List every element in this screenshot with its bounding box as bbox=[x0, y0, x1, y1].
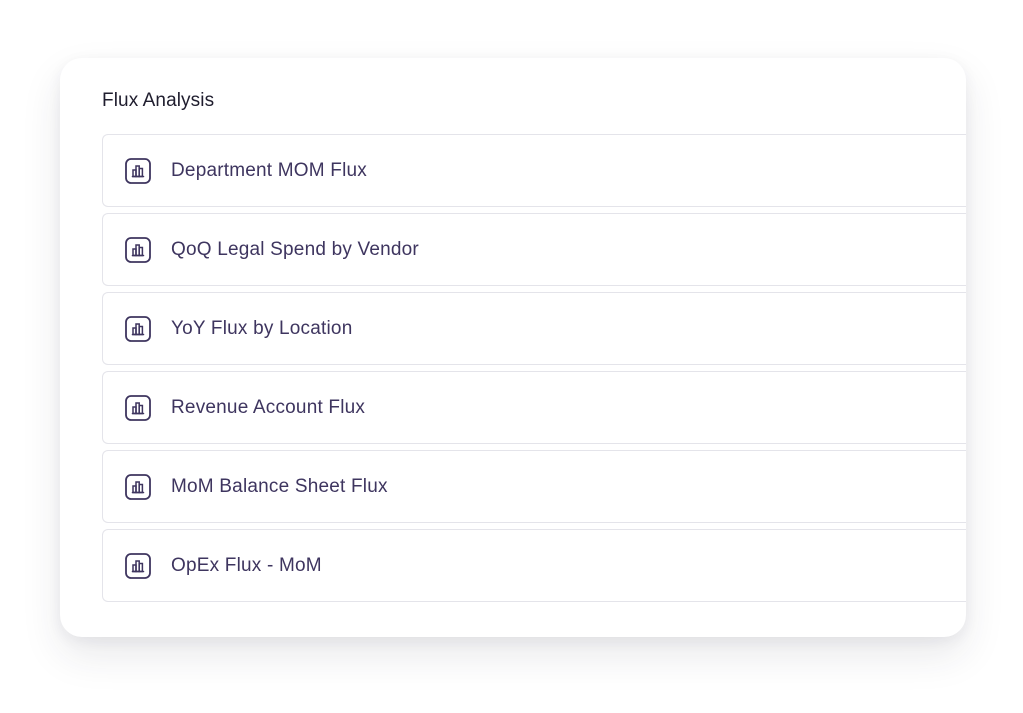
report-item-department-mom-flux[interactable]: Department MOM Flux bbox=[102, 134, 966, 207]
report-item-label: YoY Flux by Location bbox=[171, 317, 353, 339]
bar-chart-icon bbox=[125, 473, 151, 500]
bar-chart-icon bbox=[125, 315, 151, 342]
stage: Flux Analysis Department MOM Flux QoQ Le… bbox=[0, 0, 1023, 713]
flux-analysis-card: Flux Analysis Department MOM Flux QoQ Le… bbox=[60, 58, 966, 637]
report-item-qoq-legal-spend-by-vendor[interactable]: QoQ Legal Spend by Vendor bbox=[102, 213, 966, 286]
bar-chart-icon bbox=[125, 394, 151, 421]
report-item-opex-flux-mom[interactable]: OpEx Flux - MoM bbox=[102, 529, 966, 602]
report-item-label: OpEx Flux - MoM bbox=[171, 554, 322, 576]
report-item-label: MoM Balance Sheet Flux bbox=[171, 475, 388, 497]
report-item-label: Revenue Account Flux bbox=[171, 396, 366, 418]
report-item-yoy-flux-by-location[interactable]: YoY Flux by Location bbox=[102, 292, 966, 365]
bar-chart-icon bbox=[125, 236, 151, 263]
bar-chart-icon bbox=[125, 552, 151, 579]
report-list: Department MOM Flux QoQ Legal Spend by V… bbox=[102, 134, 966, 608]
section-title: Flux Analysis bbox=[102, 90, 215, 111]
report-item-label: Department MOM Flux bbox=[171, 159, 367, 181]
report-item-revenue-account-flux[interactable]: Revenue Account Flux bbox=[102, 371, 966, 444]
report-item-label: QoQ Legal Spend by Vendor bbox=[171, 238, 419, 260]
bar-chart-icon bbox=[125, 157, 151, 184]
report-item-mom-balance-sheet-flux[interactable]: MoM Balance Sheet Flux bbox=[102, 450, 966, 523]
